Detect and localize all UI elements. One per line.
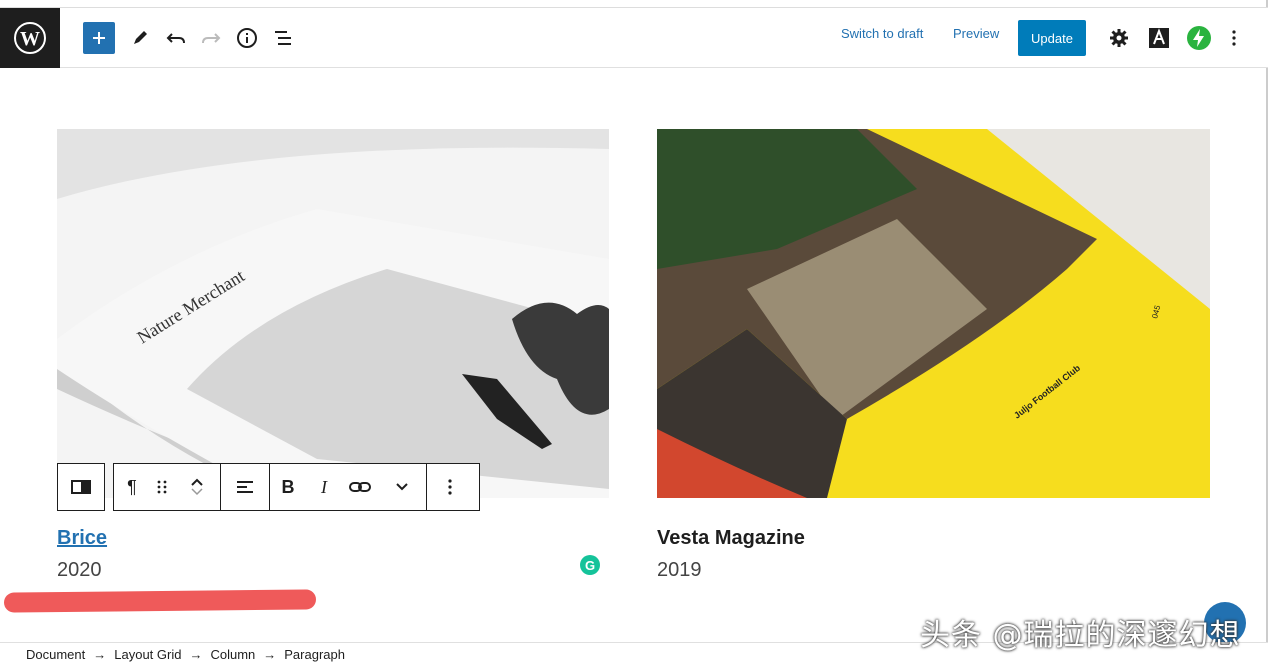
block-type-group: ¶ bbox=[114, 464, 221, 510]
grammarly-icon[interactable]: G bbox=[580, 555, 600, 575]
breadcrumb-item-paragraph[interactable]: Paragraph bbox=[284, 647, 345, 662]
magazine-image[interactable]: Juljo Football Club 045 bbox=[657, 129, 1210, 498]
update-button[interactable]: Update bbox=[1018, 20, 1086, 56]
plus-icon bbox=[93, 32, 105, 44]
options-menu-button[interactable] bbox=[1218, 22, 1250, 54]
align-group bbox=[221, 464, 270, 510]
chevron-down-icon[interactable] bbox=[378, 464, 426, 510]
italic-icon[interactable]: I bbox=[306, 464, 342, 510]
bolt-icon bbox=[1187, 26, 1211, 50]
jetpack-button[interactable] bbox=[1183, 22, 1215, 54]
wordpress-logo-icon[interactable]: W bbox=[0, 8, 60, 68]
redo-icon bbox=[202, 33, 221, 44]
switch-to-draft-button[interactable]: Switch to draft bbox=[841, 26, 923, 41]
undo-button[interactable] bbox=[160, 22, 192, 54]
editor-header: W Switch to draft Preview Update bbox=[0, 8, 1268, 68]
block-toolbar: ¶ B I bbox=[113, 463, 480, 511]
pen-icon bbox=[134, 31, 147, 44]
move-down-icon[interactable] bbox=[190, 487, 204, 497]
add-block-button[interactable] bbox=[83, 22, 115, 54]
breadcrumb-item-layout-grid[interactable]: Layout Grid bbox=[114, 647, 181, 662]
arrow-right-icon: → bbox=[263, 647, 277, 662]
redo-button[interactable] bbox=[195, 22, 227, 54]
text-style-icon bbox=[1149, 28, 1169, 48]
editor-window: W Switch to draft Preview Update Nature … bbox=[0, 0, 1268, 666]
gear-icon bbox=[1110, 29, 1128, 47]
list-view-button[interactable] bbox=[267, 22, 299, 54]
item-year[interactable]: 2020 bbox=[57, 559, 102, 582]
bold-icon[interactable]: B bbox=[270, 464, 306, 510]
move-up-icon[interactable] bbox=[190, 477, 204, 487]
info-icon bbox=[237, 28, 257, 48]
tools-button[interactable] bbox=[124, 22, 156, 54]
undo-icon bbox=[166, 33, 185, 44]
item-title-link[interactable]: Brice bbox=[57, 527, 107, 550]
svg-text:W: W bbox=[20, 28, 40, 50]
red-highlight-annotation bbox=[3, 589, 317, 613]
settings-button[interactable] bbox=[1103, 22, 1135, 54]
watermark: 头条 @瑞拉的深邃幻想 bbox=[920, 618, 1241, 653]
breadcrumb-item-column[interactable]: Column bbox=[210, 647, 255, 662]
move-block-buttons bbox=[174, 464, 220, 510]
item-year[interactable]: 2019 bbox=[657, 559, 702, 582]
arrow-right-icon: → bbox=[93, 647, 107, 662]
more-vertical-icon bbox=[1232, 30, 1236, 46]
link-icon[interactable] bbox=[342, 464, 378, 510]
more-options-group bbox=[427, 464, 473, 510]
preview-button[interactable]: Preview bbox=[953, 26, 999, 41]
details-button[interactable] bbox=[231, 22, 263, 54]
arrow-right-icon: → bbox=[189, 647, 203, 662]
item-title[interactable]: Vesta Magazine bbox=[657, 527, 805, 550]
column-icon bbox=[58, 464, 104, 510]
format-group: B I bbox=[270, 464, 427, 510]
drag-handle-icon[interactable] bbox=[150, 464, 174, 510]
book-image[interactable]: Nature Merchant bbox=[57, 129, 609, 498]
align-left-icon[interactable] bbox=[221, 464, 269, 510]
more-vertical-icon[interactable] bbox=[427, 464, 473, 510]
list-view-icon bbox=[275, 31, 291, 45]
breadcrumb-item-document[interactable]: Document bbox=[26, 647, 85, 662]
typography-button[interactable] bbox=[1143, 22, 1175, 54]
parent-block-selector[interactable] bbox=[57, 463, 105, 511]
paragraph-icon[interactable]: ¶ bbox=[114, 464, 150, 510]
